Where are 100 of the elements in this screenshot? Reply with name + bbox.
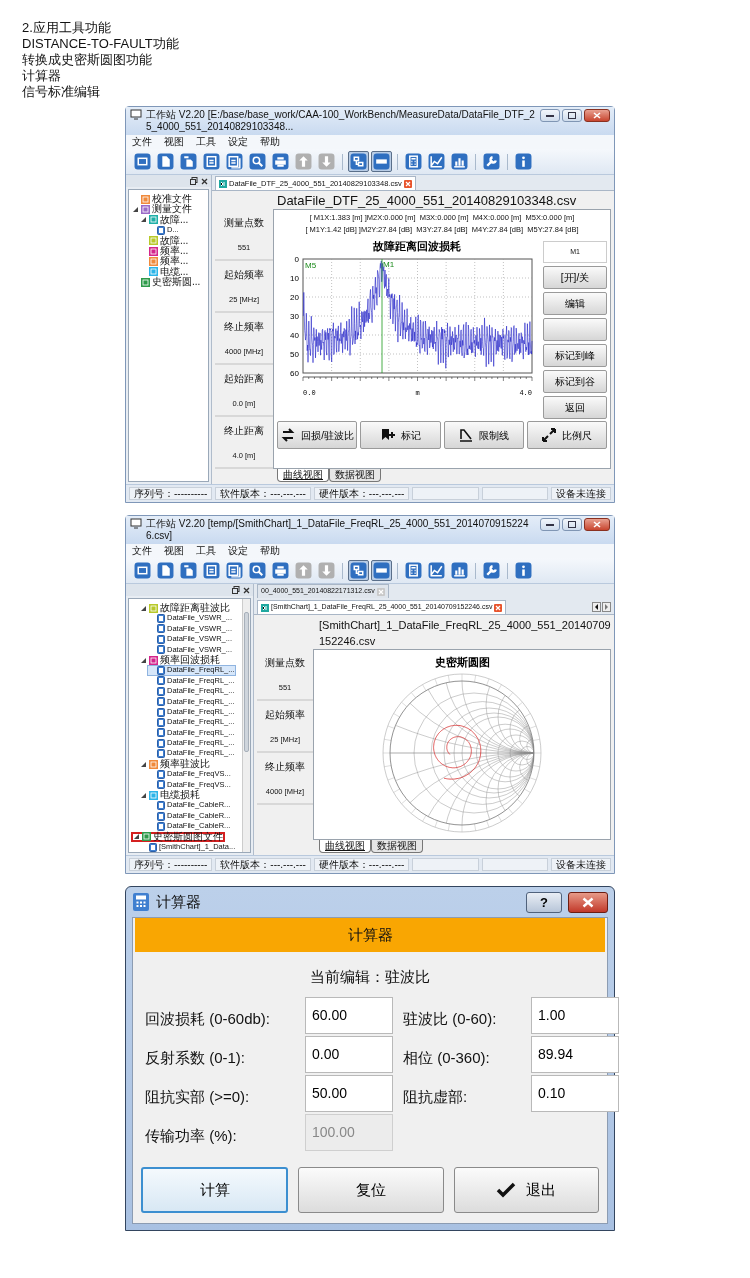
maximize-button[interactable]: [562, 109, 582, 122]
collapse-arrow-icon[interactable]: [140, 216, 147, 224]
minimize-button[interactable]: [540, 109, 560, 122]
dialog-button[interactable]: 复位: [298, 1166, 444, 1213]
parameter-label: 起始频率: [265, 707, 305, 722]
document-icon: [157, 225, 165, 235]
tree-item[interactable]: 频率驻波比: [139, 758, 211, 770]
panel-icon[interactable]: [371, 151, 392, 172]
tree-item[interactable]: 频率回波损耗: [139, 654, 221, 666]
side-button[interactable]: 标记到峰: [543, 344, 607, 367]
action-button[interactable]: 限制线: [443, 421, 524, 449]
tree-item[interactable]: 史密斯圆...: [131, 277, 202, 288]
input-field[interactable]: 1.00: [531, 996, 619, 1034]
side-button[interactable]: 编辑: [543, 292, 607, 315]
calculator-icon[interactable]: [403, 151, 424, 172]
field-label: 相位 (0-360):: [403, 1048, 491, 1069]
save-all-icon[interactable]: [224, 151, 245, 172]
line-chart-icon[interactable]: [426, 560, 447, 581]
info-icon[interactable]: [513, 560, 534, 581]
minimize-button[interactable]: [540, 518, 560, 531]
parameter-label: 终止距离: [224, 423, 264, 438]
tree-item[interactable]: 频率...: [139, 256, 190, 267]
view-tab[interactable]: 数据视图: [329, 469, 381, 482]
collapse-arrow-icon[interactable]: [133, 833, 140, 841]
info-icon[interactable]: [513, 151, 534, 172]
input-field[interactable]: 50.00: [305, 1074, 393, 1112]
restore-icon[interactable]: [232, 586, 240, 594]
scroll-right-icon[interactable]: [602, 602, 611, 612]
window-icon[interactable]: [132, 560, 153, 581]
calculator-icon[interactable]: [403, 560, 424, 581]
tree-item[interactable]: 故障...: [139, 214, 190, 226]
wrench-icon[interactable]: [481, 151, 502, 172]
input-field[interactable]: 60.00: [305, 996, 393, 1034]
help-button[interactable]: ?: [526, 891, 562, 913]
save-icon[interactable]: [201, 560, 222, 581]
save-icon[interactable]: [201, 151, 222, 172]
input-field[interactable]: 89.94: [531, 1035, 619, 1073]
search-icon[interactable]: [247, 151, 268, 172]
menu-item[interactable]: 设定: [228, 136, 248, 148]
menu-item[interactable]: 视图: [164, 136, 184, 148]
tree-item[interactable]: 史密斯圆图文件: [131, 831, 225, 842]
printer-icon[interactable]: [270, 151, 291, 172]
scroll-left-icon[interactable]: [592, 602, 601, 612]
restore-icon[interactable]: [190, 177, 198, 185]
dialog-button[interactable]: 退出: [453, 1166, 599, 1213]
action-button[interactable]: 标记: [360, 421, 441, 449]
side-button[interactable]: 返回: [543, 396, 607, 419]
wrench-icon[interactable]: [481, 560, 502, 581]
tree-item[interactable]: 故障...: [139, 235, 190, 246]
collapse-arrow-icon[interactable]: [140, 656, 147, 664]
menu-item[interactable]: 工具: [196, 545, 216, 557]
search-icon[interactable]: [247, 560, 268, 581]
action-button[interactable]: 比例尺: [526, 421, 607, 449]
collapse-arrow-icon[interactable]: [140, 760, 147, 768]
menu-item[interactable]: 视图: [164, 545, 184, 557]
close-button[interactable]: [584, 518, 610, 531]
window-icon[interactable]: [132, 151, 153, 172]
menu-item[interactable]: 设定: [228, 545, 248, 557]
tree-item[interactable]: 测量文件: [131, 204, 193, 215]
collapse-arrow-icon[interactable]: [140, 791, 147, 799]
view-tab[interactable]: 曲线视图: [319, 840, 371, 854]
view-tab[interactable]: 曲线视图: [277, 469, 329, 482]
panel-icon[interactable]: [371, 560, 392, 581]
menu-item[interactable]: 文件: [132, 136, 152, 148]
collapse-arrow-icon[interactable]: [140, 604, 147, 612]
axis-tick-label: 10: [290, 274, 299, 283]
dialog-button[interactable]: 计算: [141, 1166, 289, 1213]
tree-view-icon[interactable]: [348, 151, 369, 172]
collapse-arrow-icon[interactable]: [132, 206, 139, 214]
tree-view-icon[interactable]: [348, 560, 369, 581]
close-icon[interactable]: [243, 586, 250, 594]
action-button[interactable]: 回损/驻波比: [277, 421, 358, 449]
line-chart-icon[interactable]: [426, 151, 447, 172]
status-text: 设备未连接: [551, 858, 611, 872]
vertical-scrollbar[interactable]: [242, 599, 250, 853]
close-icon: [593, 521, 601, 528]
close-button[interactable]: [584, 109, 610, 122]
bar-chart-icon[interactable]: [449, 560, 470, 581]
page-icon[interactable]: [155, 560, 176, 581]
menu-item[interactable]: 帮助: [260, 136, 280, 148]
close-icon[interactable]: [201, 177, 208, 185]
tree-item[interactable]: 故障距离驻波比: [139, 603, 231, 614]
input-field[interactable]: 0.00: [305, 1035, 393, 1073]
menu-item[interactable]: 帮助: [260, 545, 280, 557]
page-icon[interactable]: [155, 151, 176, 172]
printer-icon[interactable]: [270, 560, 291, 581]
side-button[interactable]: 标记到谷: [543, 370, 607, 393]
tree-item[interactable]: 电缆损耗: [139, 790, 201, 801]
bar-chart-icon[interactable]: [449, 151, 470, 172]
input-field[interactable]: 0.10: [531, 1074, 619, 1112]
menu-item[interactable]: 文件: [132, 545, 152, 557]
side-button[interactable]: [543, 318, 607, 341]
side-button[interactable]: [开]/关: [543, 266, 607, 289]
pages-icon[interactable]: [178, 151, 199, 172]
save-all-icon[interactable]: [224, 560, 245, 581]
maximize-button[interactable]: [562, 518, 582, 531]
close-button[interactable]: [568, 891, 608, 913]
pages-icon[interactable]: [178, 560, 199, 581]
menu-item[interactable]: 工具: [196, 136, 216, 148]
view-tab[interactable]: 数据视图: [371, 840, 423, 854]
